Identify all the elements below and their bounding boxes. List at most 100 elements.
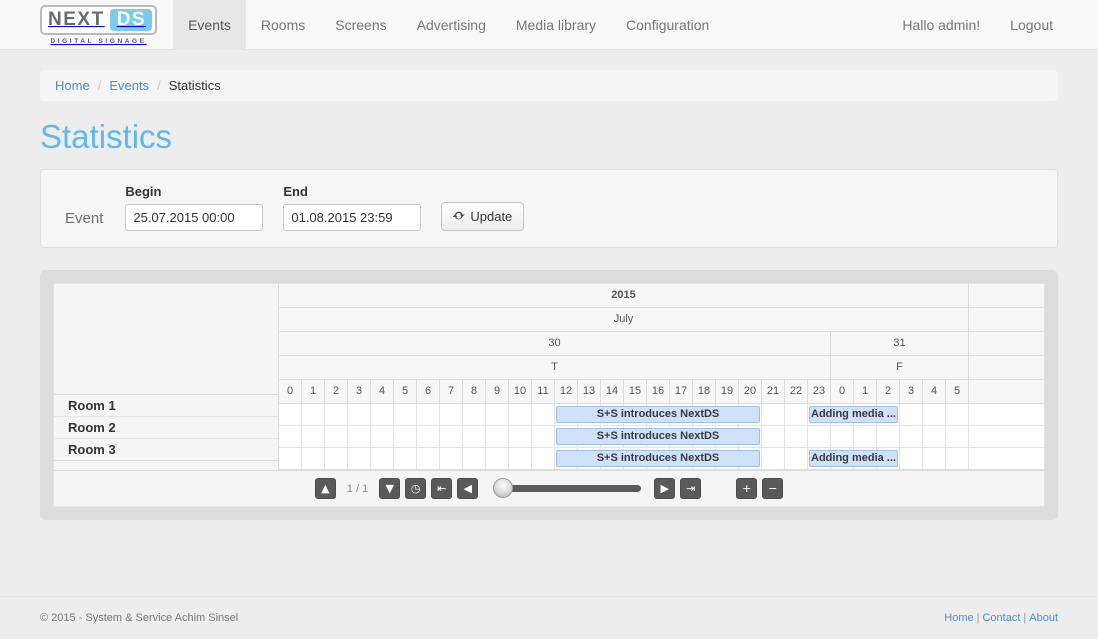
gantt-cell[interactable]: [532, 448, 555, 470]
gantt-cell[interactable]: [394, 448, 417, 470]
nav-item-configuration[interactable]: Configuration: [611, 0, 724, 49]
gantt-row-label-room-1[interactable]: Room 1: [54, 395, 278, 418]
gantt-cell[interactable]: [440, 426, 463, 448]
gantt-cell[interactable]: [808, 426, 831, 448]
gantt-cell[interactable]: [279, 404, 302, 426]
gantt-cell[interactable]: [877, 426, 900, 448]
footer-link-about[interactable]: About: [1029, 612, 1058, 624]
nav-link-events[interactable]: Events: [173, 0, 246, 50]
begin-input[interactable]: [125, 204, 264, 232]
gantt-bar[interactable]: S+S introduces NextDS: [556, 428, 760, 446]
nav-item-events[interactable]: Events: [173, 0, 246, 50]
gantt-cell[interactable]: [532, 404, 555, 426]
gantt-cell[interactable]: [854, 426, 877, 448]
nav-item-logout[interactable]: Logout: [995, 0, 1068, 49]
gantt-cell[interactable]: [279, 426, 302, 448]
gantt-cell[interactable]: [923, 448, 946, 470]
gantt-cell[interactable]: [371, 426, 394, 448]
nav-item-advertising[interactable]: Advertising: [402, 0, 501, 49]
nav-link-configuration[interactable]: Configuration: [611, 0, 724, 50]
gantt-cell[interactable]: [417, 448, 440, 470]
gantt-cell[interactable]: [371, 448, 394, 470]
gantt-cell[interactable]: [371, 404, 394, 426]
gantt-bar[interactable]: Adding media ...: [809, 450, 898, 468]
gantt-cell[interactable]: [348, 448, 371, 470]
gantt-cell[interactable]: [325, 448, 348, 470]
gantt-cell[interactable]: [302, 426, 325, 448]
nav-item-media-library[interactable]: Media library: [501, 0, 611, 49]
breadcrumb-events[interactable]: Events: [109, 78, 149, 93]
gantt-cell[interactable]: [302, 448, 325, 470]
gantt-cell[interactable]: [440, 448, 463, 470]
nav-item-screens[interactable]: Screens: [320, 0, 401, 49]
gantt-bar[interactable]: S+S introduces NextDS: [556, 406, 760, 424]
gantt-cell[interactable]: [394, 404, 417, 426]
gantt-cell[interactable]: [831, 426, 854, 448]
gantt-cell[interactable]: [900, 404, 923, 426]
nav-link-screens[interactable]: Screens: [320, 0, 401, 50]
gantt-cell[interactable]: [785, 448, 808, 470]
next-button[interactable]: ▶: [654, 478, 676, 500]
gantt-cell[interactable]: [486, 404, 509, 426]
nav-link-logout[interactable]: Logout: [995, 0, 1068, 50]
gantt-cell[interactable]: [486, 448, 509, 470]
gantt-cell[interactable]: [762, 426, 785, 448]
gantt-bar[interactable]: S+S introduces NextDS: [556, 450, 760, 468]
clock-icon-button[interactable]: ◷: [405, 478, 427, 500]
zoom-out-button[interactable]: −: [762, 478, 784, 500]
gantt-row-label-room-2[interactable]: Room 2: [54, 417, 278, 440]
gantt-cell[interactable]: [532, 426, 555, 448]
gantt-cell[interactable]: [348, 404, 371, 426]
gantt-cell[interactable]: [417, 404, 440, 426]
gantt-cell[interactable]: [762, 404, 785, 426]
gantt-cell[interactable]: [923, 426, 946, 448]
end-input[interactable]: [283, 204, 422, 232]
nav-link-media-library[interactable]: Media library: [501, 0, 611, 50]
prev-fast-button[interactable]: ⇤: [431, 478, 453, 500]
prev-button[interactable]: ◀: [457, 478, 479, 500]
gantt-cell[interactable]: [900, 426, 923, 448]
next-fast-button[interactable]: ⇥: [680, 478, 702, 500]
gantt-bar[interactable]: Adding media ...: [809, 406, 898, 424]
gantt-cell[interactable]: [325, 404, 348, 426]
gantt-cell[interactable]: [348, 426, 371, 448]
nav-item-rooms[interactable]: Rooms: [246, 0, 320, 49]
footer-link-contact[interactable]: Contact: [982, 612, 1020, 624]
gantt-cell[interactable]: [509, 404, 532, 426]
scroll-down-button[interactable]: ▼: [379, 478, 401, 500]
footer-link-home[interactable]: Home: [944, 612, 973, 624]
gantt-cell[interactable]: [279, 448, 302, 470]
gantt-cell[interactable]: [509, 426, 532, 448]
gantt-cell[interactable]: [440, 404, 463, 426]
gantt-timeline[interactable]: 2015 July 30 31 TF 0 1 2 3 4 5 6 7 8 9 10 11 12 13 14 15…: [279, 284, 1044, 471]
gantt-cell[interactable]: [946, 404, 969, 426]
gantt-cell[interactable]: [785, 404, 808, 426]
zoom-in-button[interactable]: +: [736, 478, 758, 500]
gantt-cell[interactable]: [900, 448, 923, 470]
gantt-cell[interactable]: [785, 426, 808, 448]
update-button[interactable]: Update: [441, 202, 525, 232]
gantt-cell[interactable]: [463, 404, 486, 426]
slider-track[interactable]: [501, 485, 642, 493]
gantt-cell[interactable]: [509, 448, 532, 470]
timeline-slider[interactable]: [491, 478, 642, 499]
gantt-cell[interactable]: [302, 404, 325, 426]
brand-logo[interactable]: NEXT DS DIGITAL SIGNAGE: [30, 0, 167, 49]
gantt-cell[interactable]: [486, 426, 509, 448]
nav-link-advertising[interactable]: Advertising: [402, 0, 501, 50]
gantt-cell[interactable]: [463, 448, 486, 470]
gantt-cell[interactable]: [463, 426, 486, 448]
gantt-cell[interactable]: [762, 448, 785, 470]
slider-knob[interactable]: [493, 478, 514, 499]
nav-link-greeting[interactable]: Hallo admin!: [887, 0, 995, 50]
scroll-up-button[interactable]: ▲: [314, 478, 336, 500]
gantt-cell[interactable]: [946, 426, 969, 448]
breadcrumb-home[interactable]: Home: [55, 78, 90, 93]
gantt-cell[interactable]: [325, 426, 348, 448]
gantt-cell[interactable]: [417, 426, 440, 448]
gantt-cell[interactable]: [946, 448, 969, 470]
gantt-cell[interactable]: [394, 426, 417, 448]
gantt-row-label-room-3[interactable]: Room 3: [54, 439, 278, 462]
gantt-cell[interactable]: [923, 404, 946, 426]
nav-link-rooms[interactable]: Rooms: [246, 0, 320, 50]
